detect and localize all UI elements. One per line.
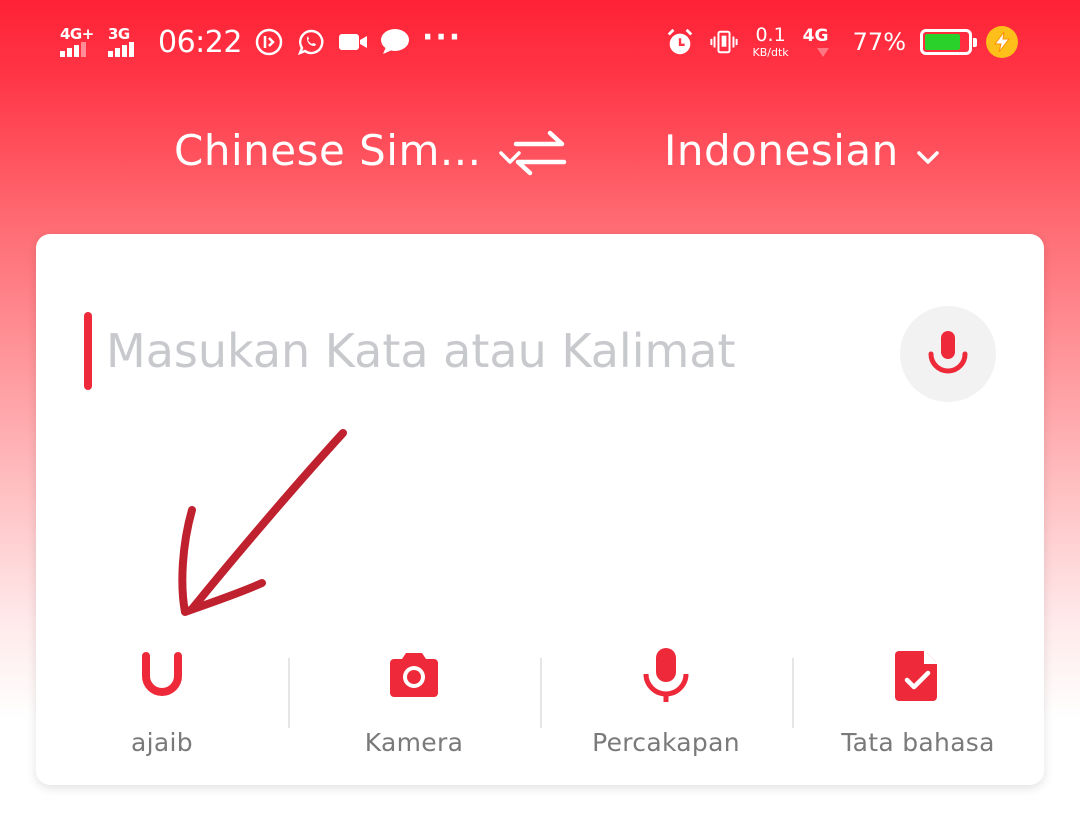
target-language-selector[interactable]: Indonesian — [664, 126, 939, 175]
target-language-label: Indonesian — [664, 126, 899, 175]
swap-languages-button[interactable] — [510, 128, 570, 178]
sim2-network-label: 3G — [108, 25, 130, 43]
data-network-icon: 4G — [803, 24, 839, 60]
source-language-label: Chinese Sim... — [174, 126, 482, 175]
translation-input-card: ajaib Kamera Percakapan — [36, 234, 1044, 785]
status-bar-right: 0.1 KB/dtk 4G 77% — [665, 22, 1018, 62]
tool-label: Kamera — [364, 728, 464, 757]
whatsapp-icon — [296, 27, 326, 57]
message-icon — [380, 27, 410, 57]
network-speed: 0.1 KB/dtk — [752, 24, 789, 59]
battery-icon — [920, 29, 977, 55]
sim1-signal-icon: 4G+ — [58, 25, 94, 59]
magic-u-icon — [142, 652, 182, 696]
tool-label: ajaib — [131, 728, 193, 757]
tool-grammar-button[interactable]: Tata bahasa — [792, 636, 1044, 766]
vibrate-icon — [709, 27, 739, 57]
battery-fill — [925, 34, 961, 50]
tool-label: Tata bahasa — [841, 728, 995, 757]
status-bar: 4G+ 3G 06:22 ··· 0.1 KB/dtk 4G 77% — [0, 0, 1080, 84]
sim2-signal-icon: 3G — [106, 25, 142, 59]
voice-input-button[interactable] — [900, 306, 996, 402]
sim1-network-label: 4G+ — [60, 25, 94, 43]
data-network-label: 4G — [802, 26, 829, 46]
speed-unit: KB/dtk — [752, 46, 789, 59]
grammar-document-icon — [895, 651, 937, 701]
status-bar-left: 4G+ 3G 06:22 ··· — [58, 22, 462, 62]
camera-icon — [390, 653, 438, 697]
text-input[interactable] — [106, 316, 866, 386]
chevron-down-icon — [916, 126, 939, 175]
microphone-icon — [928, 331, 968, 374]
charging-icon — [986, 26, 1018, 58]
alarm-icon — [665, 27, 695, 57]
language-bar: Chinese Sim... Indonesian — [0, 112, 1080, 192]
input-area[interactable] — [84, 312, 866, 390]
tool-label: Percakapan — [592, 728, 740, 757]
speed-value: 0.1 — [755, 24, 786, 46]
battery-percent: 77% — [852, 28, 906, 56]
swap-arrows-icon — [513, 130, 567, 176]
more-dots-icon: ··· — [421, 20, 463, 55]
source-language-selector[interactable]: Chinese Sim... — [174, 126, 522, 175]
tool-ajaib-button[interactable]: ajaib — [36, 636, 288, 766]
tool-camera-button[interactable]: Kamera — [288, 636, 540, 766]
clock: 06:22 — [158, 24, 242, 60]
text-caret — [84, 312, 92, 390]
microphone-icon — [643, 648, 689, 702]
notification-icon — [254, 27, 284, 57]
tool-conversation-button[interactable]: Percakapan — [540, 636, 792, 766]
video-call-icon — [338, 27, 368, 57]
tool-bar: ajaib Kamera Percakapan Tata bahasa — [36, 636, 1044, 766]
